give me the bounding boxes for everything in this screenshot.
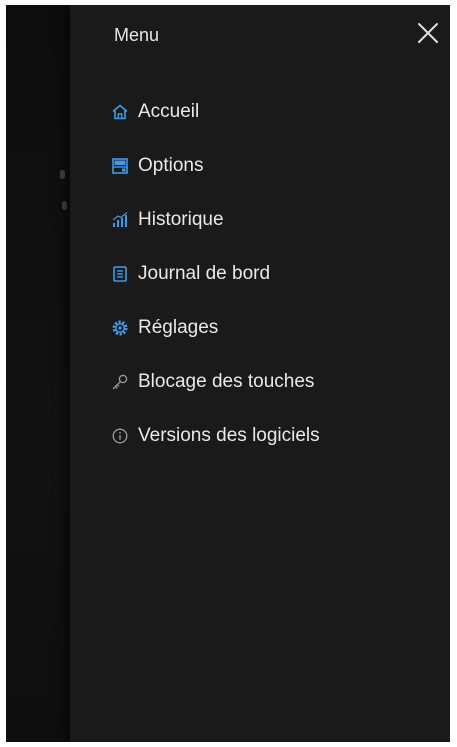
menu-title: Menu xyxy=(114,25,160,45)
menu-item-label: Accueil xyxy=(138,101,200,122)
home-icon xyxy=(110,102,130,122)
menu-item-accueil[interactable]: Accueil xyxy=(110,85,320,139)
app-screen: Menu Accueil Options Historique Journal … xyxy=(6,5,450,742)
gear-icon xyxy=(110,318,130,338)
menu-item-blocage-des-touches[interactable]: Blocage des touches xyxy=(110,355,320,409)
menu-item-label: Historique xyxy=(138,209,224,230)
info-icon xyxy=(110,426,130,446)
key-icon xyxy=(110,372,130,392)
menu-item-label: Journal de bord xyxy=(138,263,271,284)
background-mark xyxy=(62,201,67,210)
background-content[interactable] xyxy=(6,5,70,742)
menu-item-label: Blocage des touches xyxy=(138,371,315,392)
menu-item-journal-de-bord[interactable]: Journal de bord xyxy=(110,247,320,301)
close-button[interactable] xyxy=(412,17,444,49)
close-icon xyxy=(418,23,438,43)
menu-item-versions-des-logiciels[interactable]: Versions des logiciels xyxy=(110,409,320,463)
menu-item-label: Options xyxy=(138,155,204,176)
history-chart-icon xyxy=(110,210,130,230)
menu-item-options[interactable]: Options xyxy=(110,139,320,193)
navigation-drawer: Menu Accueil Options Historique Journal … xyxy=(70,5,450,742)
menu-item-label: Versions des logiciels xyxy=(138,425,320,446)
menu-item-historique[interactable]: Historique xyxy=(110,193,320,247)
background-mark xyxy=(60,170,65,179)
menu-item-reglages[interactable]: Réglages xyxy=(110,301,320,355)
logbook-icon xyxy=(110,264,130,284)
options-icon xyxy=(110,156,130,176)
menu-item-label: Réglages xyxy=(138,317,219,338)
menu-list: Accueil Options Historique Journal de bo… xyxy=(110,85,320,463)
